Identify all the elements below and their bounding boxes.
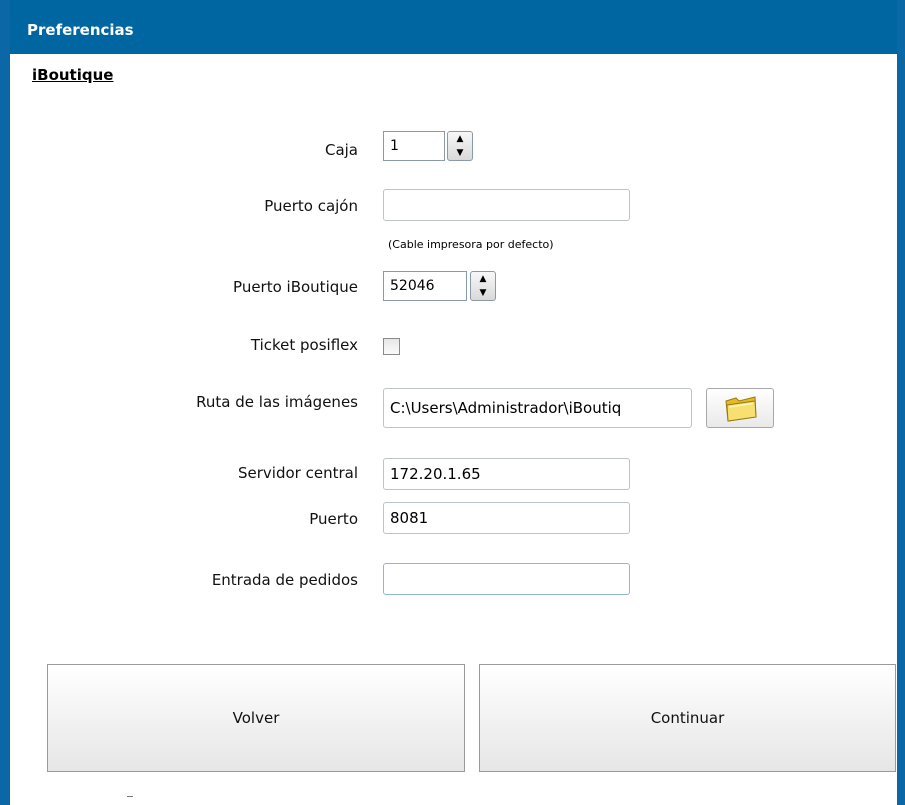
puerto-label: Puerto (309, 510, 358, 528)
puerto-input[interactable] (383, 502, 630, 534)
window-right-border (897, 0, 905, 805)
servidor-central-label: Servidor central (238, 464, 358, 482)
entrada-pedidos-label: Entrada de pedidos (211, 571, 358, 589)
browse-folder-button[interactable] (706, 388, 774, 428)
window-title: Preferencias (27, 21, 134, 39)
puerto-cajon-label: Puerto cajón (264, 197, 358, 215)
preferences-window: Preferencias iBoutique Caja ▲ ▼ Puerto c… (0, 0, 905, 805)
ruta-imagenes-input[interactable] (383, 388, 692, 428)
entrada-pedidos-input[interactable] (383, 563, 630, 595)
puerto-iboutique-input[interactable] (383, 271, 467, 301)
continue-button[interactable]: Continuar (479, 664, 896, 772)
ticket-posiflex-checkbox[interactable] (383, 338, 400, 355)
puerto-iboutique-spinner[interactable]: ▲ ▼ (470, 271, 496, 301)
spin-down-icon[interactable]: ▼ (448, 146, 472, 160)
spin-up-icon[interactable]: ▲ (448, 132, 472, 146)
ruta-imagenes-label: Ruta de las imágenes (196, 393, 358, 411)
ticket-posiflex-label: Ticket posiflex (250, 336, 358, 354)
puerto-iboutique-label: Puerto iBoutique (233, 278, 358, 296)
caja-label: Caja (324, 141, 358, 159)
folder-icon (725, 396, 757, 422)
servidor-central-input[interactable] (383, 458, 630, 490)
section-title: iBoutique (32, 66, 114, 84)
caja-spinner[interactable]: ▲ ▼ (447, 131, 473, 161)
puerto-cajon-hint: (Cable impresora por defecto) (388, 238, 554, 251)
title-bar: Preferencias (0, 0, 905, 57)
back-button[interactable]: Volver (47, 664, 465, 772)
caja-input[interactable] (383, 131, 445, 161)
spin-up-icon[interactable]: ▲ (471, 272, 495, 286)
window-left-border (0, 0, 10, 805)
spin-down-icon[interactable]: ▼ (471, 286, 495, 300)
divider (127, 796, 133, 802)
puerto-cajon-input[interactable] (383, 189, 630, 221)
